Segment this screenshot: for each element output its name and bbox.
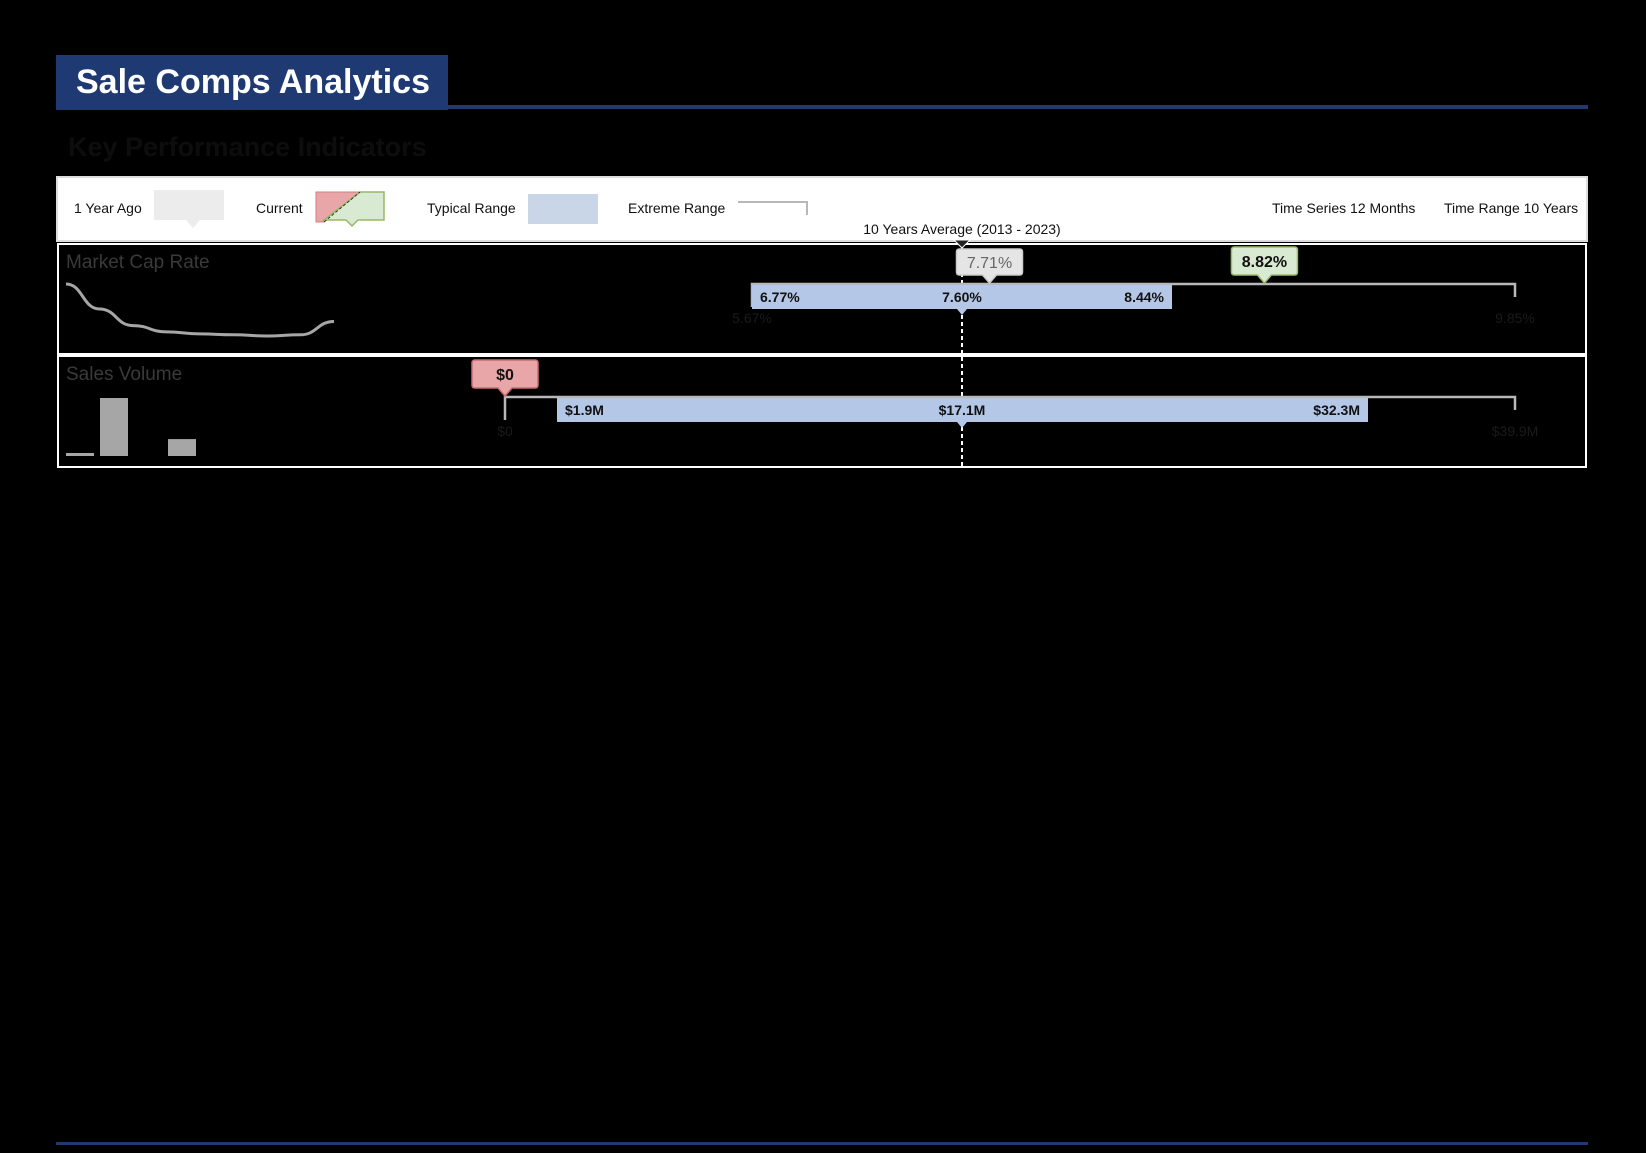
kpi-row-0-extreme-min: 5.67%	[732, 310, 772, 326]
kpi-range-chart: 10 Years Average (2013 - 2023) Market Cap…	[57, 221, 1587, 468]
kpi-row-1-typical-label-1: $17.1M	[939, 402, 986, 418]
kpi-row-0-title: Market Cap Rate	[66, 252, 210, 273]
kpi-row-1-extreme-max: $39.9M	[1492, 423, 1539, 439]
kpi-row-1-spark-bar-1	[100, 398, 128, 456]
kpi-row-0-year-ago-label: 7.71%	[967, 255, 1012, 272]
kpi-row-0-typical-label-1: 7.60%	[942, 289, 982, 305]
kpi-row-1-spark-bar-3	[168, 439, 196, 456]
kpi-row-1-spark-bar-0	[66, 453, 94, 456]
kpi-row-0-typical-label-2: 8.44%	[1124, 289, 1164, 305]
kpi-row-0-typical-label-0: 6.77%	[760, 289, 800, 305]
kpi-row-1-typical-label-0: $1.9M	[565, 402, 604, 418]
kpi-row-0-extreme-max: 9.85%	[1495, 310, 1535, 326]
average-caption: 10 Years Average (2013 - 2023)	[863, 221, 1060, 237]
kpi-row-1-current-label: $0	[496, 367, 514, 384]
kpi-row-0-current-label: 8.82%	[1242, 254, 1287, 271]
kpi-row-1-typical-label-2: $32.3M	[1313, 402, 1360, 418]
footer-rule	[56, 1142, 1588, 1145]
kpi-row-1-title: Sales Volume	[66, 364, 182, 385]
kpi-row-1-extreme-min: $0	[497, 423, 513, 439]
